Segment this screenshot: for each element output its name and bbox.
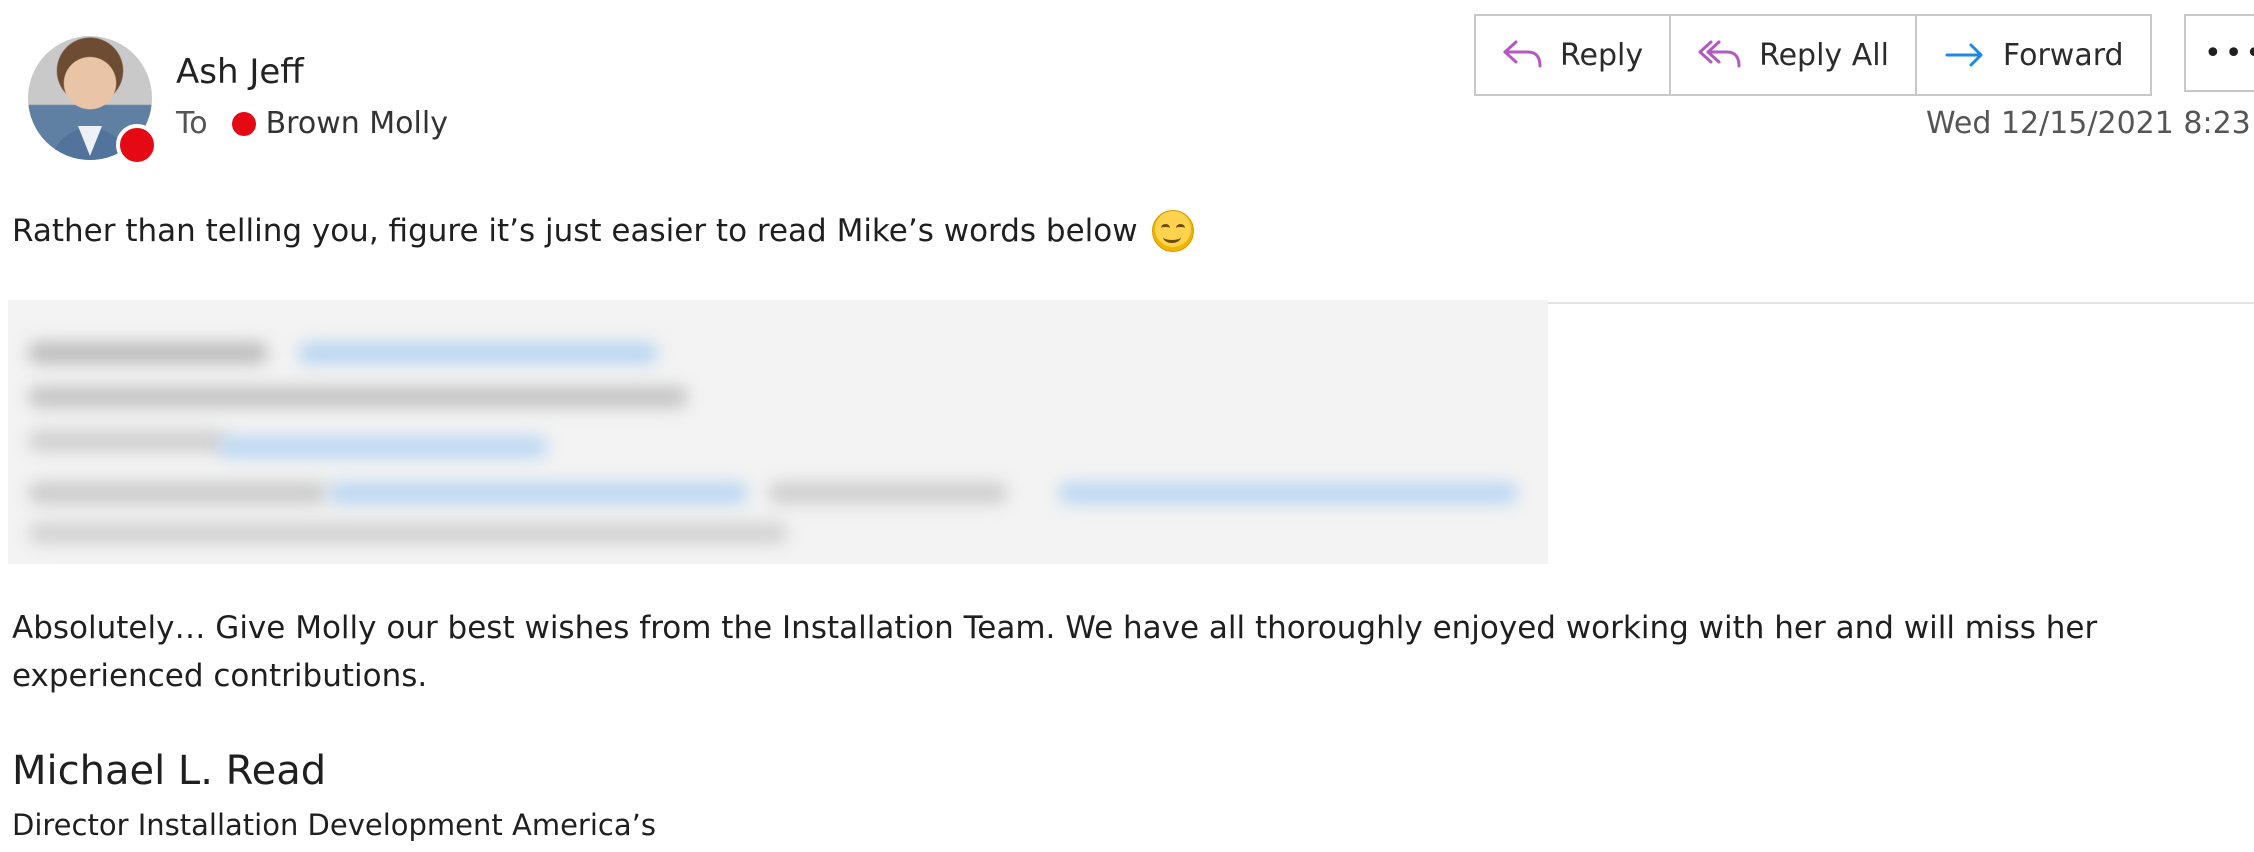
redacted-header-block [8, 300, 1548, 564]
redacted-line [1058, 482, 1518, 504]
more-actions-button[interactable]: ••• [2184, 14, 2254, 92]
quote-separator [1548, 302, 2254, 304]
forward-label: Forward [2002, 37, 2124, 73]
intro-text: Rather than telling you, figure it’s jus… [12, 213, 1138, 249]
redacted-line [768, 482, 1008, 504]
reply-all-label: Reply All [1759, 37, 1889, 73]
recipient-name[interactable]: Brown Molly [266, 106, 448, 141]
recipient-line: To Brown Molly [176, 106, 448, 141]
forward-button[interactable]: Forward [1917, 16, 2150, 94]
sender-name[interactable]: Ash Jeff [176, 52, 304, 92]
reply-all-icon [1698, 40, 1741, 68]
reply-all-button[interactable]: Reply All [1671, 16, 1917, 94]
sent-timestamp: Wed 12/15/2021 8:23 AM [1926, 106, 2254, 141]
signature-name: Michael L. Read [12, 748, 327, 794]
redacted-line [28, 482, 328, 504]
reply-label: Reply [1560, 37, 1644, 73]
redacted-line [218, 436, 548, 458]
recipient-presence-icon [231, 111, 256, 136]
redacted-line [28, 522, 788, 544]
emoji-mouth [1162, 231, 1181, 243]
forward-arrow-icon [1945, 43, 1983, 67]
smiling-face-icon [1151, 210, 1194, 252]
redacted-line [298, 342, 658, 364]
redacted-line [28, 430, 228, 452]
quoted-message: Absolutely… Give Molly our best wishes f… [12, 610, 2098, 694]
redacted-line [28, 342, 268, 364]
more-icon: ••• [2204, 35, 2254, 71]
message-actions: Reply Reply All Forward [1474, 14, 2152, 96]
presence-busy-icon [116, 124, 158, 166]
signature-title: Director Installation Development Americ… [12, 808, 656, 842]
to-label: To [176, 106, 208, 141]
redacted-line [328, 482, 748, 504]
reply-icon [1503, 40, 1542, 68]
intro-line: Rather than telling you, figure it’s jus… [12, 210, 1194, 252]
redacted-line [28, 386, 688, 408]
reply-button[interactable]: Reply [1476, 16, 1672, 94]
